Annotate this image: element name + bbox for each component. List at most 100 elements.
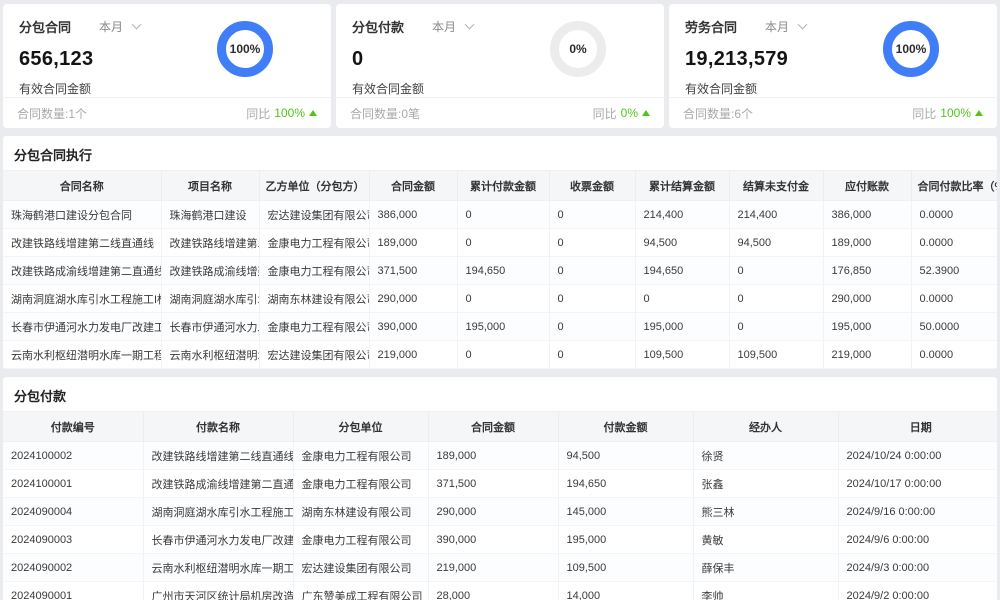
cell: 改建铁路线增建第二线直通线 xyxy=(161,229,259,257)
table-header-row: 合同名称项目名称乙方单位（分包方）合同金额累计付款金额收票金额累计结算金额结算未… xyxy=(3,171,997,201)
cell: 金康电力工程有限公司 xyxy=(259,257,369,285)
table-row[interactable]: 湖南洞庭湖水库引水工程施工I标湖南洞庭湖水库引水工程施工I标湖南东林建设有限公司… xyxy=(3,285,997,313)
amount-value: 656,123 xyxy=(3,36,331,71)
cell: 214,400 xyxy=(635,201,729,229)
table-row[interactable]: 2024100002改建铁路线增建第二线直通线（成都-西安金康电力工程有限公司1… xyxy=(3,442,997,470)
yoy-value: 100% xyxy=(274,106,305,120)
cell: 金康电力工程有限公司 xyxy=(259,229,369,257)
table-row[interactable]: 2024090004湖南洞庭湖水库引水工程施工I标分包合同湖南东林建设有限公司2… xyxy=(3,498,997,526)
yoy-label: 同比 xyxy=(246,105,270,122)
cell: 0 xyxy=(729,257,823,285)
cell: 0 xyxy=(549,201,635,229)
column-header: 乙方单位（分包方） xyxy=(259,171,369,201)
kpi-cards-row: 分包合同 本月 656,123 有效合同金额 100% 合同数量:1个 同比 1… xyxy=(0,0,1000,128)
cell: 109,500 xyxy=(729,341,823,369)
cell: 长春市伊通河水力发电厂改建工程 xyxy=(3,313,161,341)
cell: 改建铁路成渝线增建第二直通线 xyxy=(161,257,259,285)
amount-value: 19,213,579 xyxy=(669,36,997,71)
kpi-card-labor-contract: 劳务合同 本月 19,213,579 有效合同金额 100% 合同数量:6个 同… xyxy=(669,4,997,128)
cell: 195,000 xyxy=(457,313,549,341)
column-header: 付款名称 xyxy=(143,412,293,442)
cell: 改建铁路线增建第二线直通线（成都-西安 xyxy=(143,442,293,470)
cell: 371,500 xyxy=(428,470,558,498)
period-value: 本月 xyxy=(432,18,456,35)
column-header: 分包单位 xyxy=(293,412,428,442)
cell: 0.0000 xyxy=(911,229,997,257)
cell: 湖南东林建设有限公司 xyxy=(293,498,428,526)
cell: 219,000 xyxy=(823,341,911,369)
cell: 2024/10/17 0:00:00 xyxy=(838,470,997,498)
cell: 0.0000 xyxy=(911,285,997,313)
yoy-label: 同比 xyxy=(912,105,936,122)
cell: 湖南洞庭湖水库引水工程施工I标 xyxy=(3,285,161,313)
period-dropdown[interactable]: 本月 xyxy=(432,18,473,35)
cell: 2024090003 xyxy=(3,526,143,554)
column-header: 项目名称 xyxy=(161,171,259,201)
column-header: 合同付款比率（%） xyxy=(911,171,997,201)
card-header: 分包付款 本月 xyxy=(336,4,664,36)
table-row[interactable]: 2024090002云南水利枢纽潜明水库一期工程施工I标分宏达建设集团有限公司2… xyxy=(3,554,997,582)
cell: 熊三林 xyxy=(693,498,838,526)
period-dropdown[interactable]: 本月 xyxy=(765,18,806,35)
cell: 2024090004 xyxy=(3,498,143,526)
cell: 改建铁路成渝线增建第二直通线 xyxy=(3,257,161,285)
table-row[interactable]: 2024090003长春市伊通河水力发电厂改建工程分包合同金康电力工程有限公司3… xyxy=(3,526,997,554)
amount-value: 0 xyxy=(336,36,664,71)
cell: 湖南洞庭湖水库引水工程施工I标 xyxy=(161,285,259,313)
cell: 改建铁路成渝线增建第二直通线（成渝枢纽 xyxy=(143,470,293,498)
kpi-card-subcontract-payment: 分包付款 本月 0 有效合同金额 0% 合同数量:0笔 同比 0% xyxy=(336,4,664,128)
cell: 湖南洞庭湖水库引水工程施工I标分包合同 xyxy=(143,498,293,526)
yoy-indicator: 同比 0% xyxy=(593,105,650,122)
cell: 金康电力工程有限公司 xyxy=(259,313,369,341)
table-row[interactable]: 改建铁路成渝线增建第二直通线改建铁路成渝线增建第二直通线金康电力工程有限公司37… xyxy=(3,257,997,285)
cell: 宏达建设集团有限公司 xyxy=(293,554,428,582)
yoy-indicator: 同比 100% xyxy=(912,105,983,122)
cell: 李帅 xyxy=(693,582,838,600)
progress-ring: 100% xyxy=(217,21,273,77)
table-row[interactable]: 云南水利枢纽潜明水库一期工程施工云南水利枢纽潜明水库一期工程施工宏达建设集团有限… xyxy=(3,341,997,369)
section-title: 分包付款 xyxy=(3,377,997,411)
progress-ring: 0% xyxy=(550,21,606,77)
cell: 2024090002 xyxy=(3,554,143,582)
cell: 0 xyxy=(729,313,823,341)
column-header: 日期 xyxy=(838,412,997,442)
cell: 0 xyxy=(457,341,549,369)
cell: 290,000 xyxy=(823,285,911,313)
card-header: 劳务合同 本月 xyxy=(669,4,997,36)
table-row[interactable]: 长春市伊通河水力发电厂改建工程长春市伊通河水力发电厂改建工程金康电力工程有限公司… xyxy=(3,313,997,341)
table-row[interactable]: 珠海鹤港口建设分包合同珠海鹤港口建设宏达建设集团有限公司386,00000214… xyxy=(3,201,997,229)
column-header: 累计结算金额 xyxy=(635,171,729,201)
cell: 0.0000 xyxy=(911,201,997,229)
table-row[interactable]: 改建铁路线增建第二线直通线改建铁路线增建第二线直通线金康电力工程有限公司189,… xyxy=(3,229,997,257)
cell: 2024090001 xyxy=(3,582,143,600)
cell: 386,000 xyxy=(369,201,457,229)
cell: 390,000 xyxy=(428,526,558,554)
cell: 194,650 xyxy=(457,257,549,285)
cell: 109,500 xyxy=(558,554,693,582)
table-row[interactable]: 2024100001改建铁路成渝线增建第二直通线（成渝枢纽金康电力工程有限公司3… xyxy=(3,470,997,498)
column-header: 经办人 xyxy=(693,412,838,442)
period-dropdown[interactable]: 本月 xyxy=(99,18,140,35)
subcontract-execution-panel: 分包合同执行 合同名称项目名称乙方单位（分包方）合同金额累计付款金额收票金额累计… xyxy=(3,136,997,369)
table-row[interactable]: 2024090001广州市天河区统计局机房改造项目分包合同广东赞美成工程有限公司… xyxy=(3,582,997,600)
card-title: 分包合同 xyxy=(19,17,71,36)
progress-ring: 100% xyxy=(883,21,939,77)
cell: 219,000 xyxy=(369,341,457,369)
cell: 张鑫 xyxy=(693,470,838,498)
yoy-value: 0% xyxy=(621,106,638,120)
cell: 214,400 xyxy=(729,201,823,229)
table-header-row: 付款编号付款名称分包单位合同金额付款金额经办人日期 xyxy=(3,412,997,442)
cell: 广东赞美成工程有限公司 xyxy=(293,582,428,600)
cell: 0.0000 xyxy=(911,341,997,369)
yoy-label: 同比 xyxy=(593,105,617,122)
card-footer: 合同数量:0笔 同比 0% xyxy=(336,97,664,128)
cell: 黄敏 xyxy=(693,526,838,554)
cell: 0 xyxy=(635,285,729,313)
column-header: 应付账款 xyxy=(823,171,911,201)
cell: 52.3900 xyxy=(911,257,997,285)
chevron-down-icon xyxy=(132,20,142,30)
contract-count-label: 合同数量:1个 xyxy=(17,105,87,122)
amount-label: 有效合同金额 xyxy=(669,71,997,97)
cell: 宏达建设集团有限公司 xyxy=(259,341,369,369)
cell: 195,000 xyxy=(558,526,693,554)
